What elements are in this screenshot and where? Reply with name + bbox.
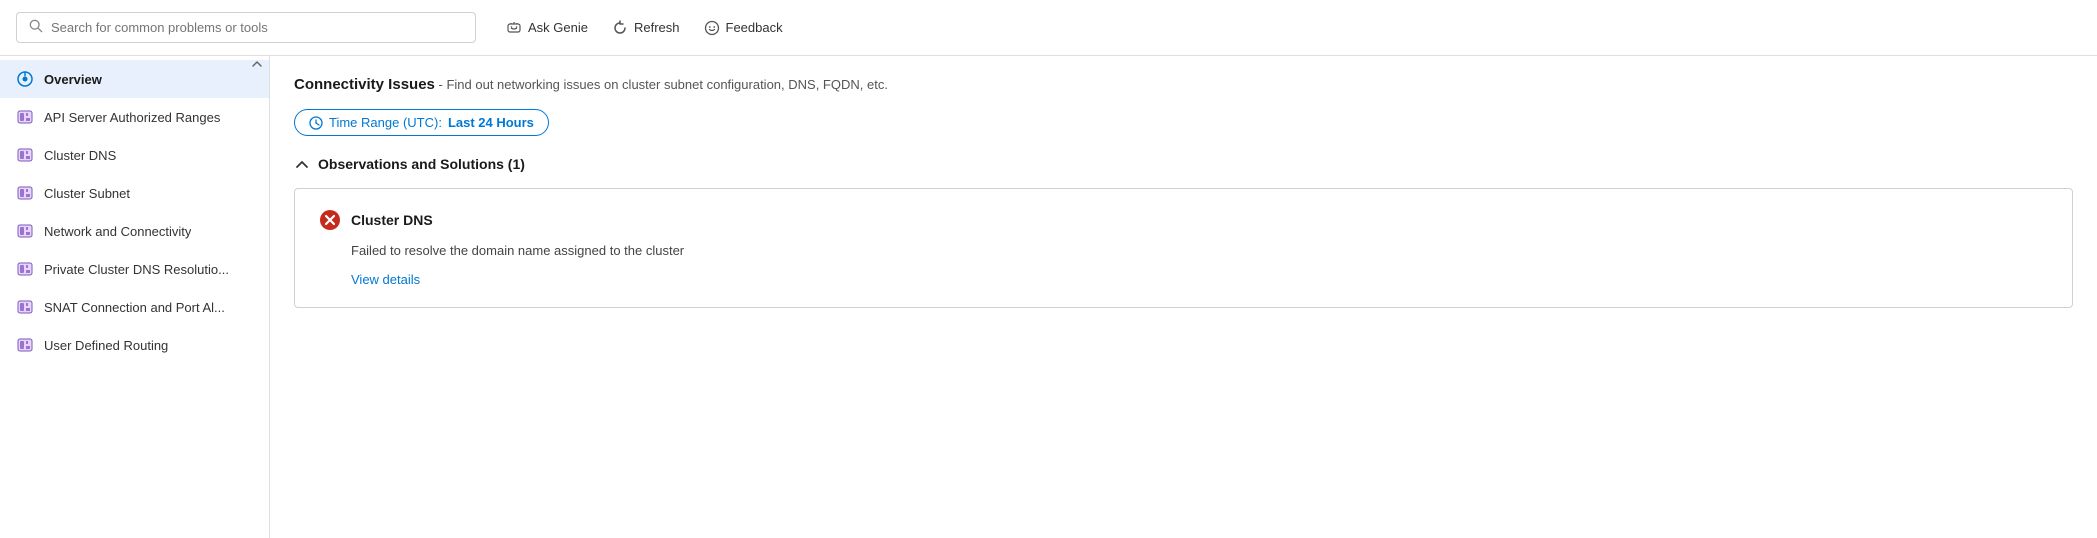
observation-card: Cluster DNS Failed to resolve the domain… — [294, 188, 2073, 308]
observations-title: Observations and Solutions (1) — [318, 156, 525, 172]
sidebar-item-user-defined-routing[interactable]: User Defined Routing — [0, 326, 269, 364]
observation-header: Cluster DNS — [319, 209, 2048, 231]
sidebar-item-cluster-dns[interactable]: Cluster DNS — [0, 136, 269, 174]
refresh-icon — [612, 20, 628, 36]
sidebar-item-cluster-subnet[interactable]: Cluster Subnet — [0, 174, 269, 212]
error-icon — [319, 209, 341, 231]
observation-card-title: Cluster DNS — [351, 212, 433, 228]
sidebar-item-cluster-dns-label: Cluster DNS — [44, 148, 116, 163]
sidebar-item-snat-connection[interactable]: SNAT Connection and Port Al... — [0, 288, 269, 326]
search-input[interactable] — [51, 20, 463, 35]
ask-genie-label: Ask Genie — [528, 20, 588, 35]
private-cluster-dns-icon — [16, 260, 34, 278]
page-header: Connectivity Issues - Find out networkin… — [294, 76, 2073, 93]
overview-icon — [16, 70, 34, 88]
sidebar-item-private-cluster-dns[interactable]: Private Cluster DNS Resolutio... — [0, 250, 269, 288]
collapse-icon[interactable] — [294, 156, 310, 172]
sidebar-item-api-server[interactable]: API Server Authorized Ranges — [0, 98, 269, 136]
search-icon — [29, 19, 43, 36]
search-box[interactable] — [16, 12, 476, 43]
ask-genie-button[interactable]: Ask Genie — [496, 14, 598, 42]
feedback-icon — [704, 20, 720, 36]
observation-description: Failed to resolve the domain name assign… — [351, 243, 2048, 258]
observations-section-header: Observations and Solutions (1) — [294, 156, 2073, 172]
sidebar-item-cluster-subnet-label: Cluster Subnet — [44, 186, 130, 201]
sidebar-item-overview-label: Overview — [44, 72, 102, 87]
api-server-icon — [16, 108, 34, 126]
content-area: Connectivity Issues - Find out networkin… — [270, 56, 2097, 538]
network-connectivity-icon — [16, 222, 34, 240]
sidebar-item-api-label: API Server Authorized Ranges — [44, 110, 220, 125]
snat-connection-icon — [16, 298, 34, 316]
feedback-label: Feedback — [726, 20, 783, 35]
time-range-button[interactable]: Time Range (UTC): Last 24 Hours — [294, 109, 549, 136]
sidebar-item-network-connectivity[interactable]: Network and Connectivity — [0, 212, 269, 250]
page-title: Connectivity Issues — [294, 76, 435, 93]
sidebar-item-snat-label: SNAT Connection and Port Al... — [44, 300, 225, 315]
sidebar-item-udr-label: User Defined Routing — [44, 338, 168, 353]
sidebar-item-private-dns-label: Private Cluster DNS Resolutio... — [44, 262, 229, 277]
user-defined-routing-icon — [16, 336, 34, 354]
sidebar-scroll-up[interactable] — [249, 56, 265, 75]
cluster-subnet-icon — [16, 184, 34, 202]
refresh-label: Refresh — [634, 20, 680, 35]
feedback-button[interactable]: Feedback — [694, 14, 793, 42]
sidebar: Overview API Server Authorized Ranges — [0, 56, 270, 538]
page-subtitle: - Find out networking issues on cluster … — [439, 77, 888, 92]
toolbar-actions: Ask Genie Refresh Feedback — [496, 14, 793, 42]
toolbar: Ask Genie Refresh Feedback — [0, 0, 2097, 56]
time-range-label: Time Range (UTC): — [329, 115, 442, 130]
genie-icon — [506, 20, 522, 36]
clock-icon — [309, 116, 323, 130]
view-details-link[interactable]: View details — [351, 272, 420, 287]
time-range-value: Last 24 Hours — [448, 115, 534, 130]
cluster-dns-icon — [16, 146, 34, 164]
main-layout: Overview API Server Authorized Ranges — [0, 56, 2097, 538]
sidebar-item-network-label: Network and Connectivity — [44, 224, 191, 239]
refresh-button[interactable]: Refresh — [602, 14, 690, 42]
sidebar-item-overview[interactable]: Overview — [0, 60, 269, 98]
